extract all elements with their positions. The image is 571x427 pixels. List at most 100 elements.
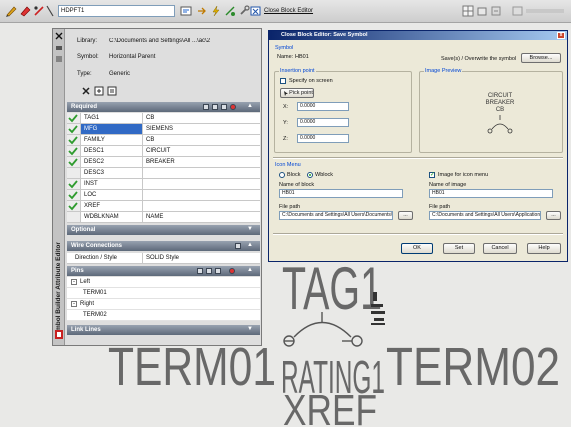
link-lines-header[interactable]: Link Lines ▼ [67, 325, 260, 335]
image-for-icon-menu-checkbox[interactable]: ✓ [429, 172, 435, 178]
check-icon[interactable] [67, 157, 81, 167]
term-left-attribute-text[interactable]: TERM01 [108, 337, 276, 397]
pin-item-term02[interactable]: TERM02 [67, 310, 260, 321]
attribute-value[interactable]: BREAKER [143, 157, 260, 167]
attribute-value[interactable] [143, 168, 260, 178]
insert-icon[interactable] [203, 104, 209, 110]
parameter-icon[interactable] [224, 5, 236, 17]
optional-section-header[interactable]: Optional ▼ [67, 225, 260, 235]
image-path-input[interactable]: C:\Documents and Settings\All Users\Appl… [429, 211, 541, 220]
attribute-row[interactable]: WDBLKNAM NAME [67, 212, 260, 223]
attribute-value[interactable]: CB [143, 113, 260, 123]
attribute-value[interactable]: NAME [143, 212, 260, 222]
xref-attribute-text[interactable]: XREF [283, 386, 377, 427]
collapse-tree-icon[interactable]: - [71, 301, 77, 307]
required-section-header[interactable]: Required ▲ [67, 102, 260, 112]
check-icon[interactable] [67, 146, 81, 156]
slash-icon[interactable] [45, 5, 55, 17]
attribute-value[interactable]: CIRCUIT [143, 146, 260, 156]
attribute-row[interactable]: INST [67, 179, 260, 190]
name-of-block-input[interactable]: HB01 [279, 189, 403, 198]
close-icon[interactable]: x [557, 32, 565, 39]
tag-attribute-text[interactable]: TAG1 [282, 255, 382, 322]
link-icon[interactable] [33, 5, 45, 17]
attribute-row[interactable]: DESC1 CIRCUIT [67, 146, 260, 157]
close-editor-icon[interactable] [250, 5, 261, 17]
attribute-row[interactable]: XREF [67, 201, 260, 212]
pins-section-header[interactable]: Pins ▲ [67, 266, 260, 276]
pin-properties-icon[interactable] [206, 268, 212, 274]
arrow-icon[interactable] [196, 5, 208, 17]
pin-group-right[interactable]: - Right [67, 299, 260, 310]
help-button[interactable]: Help [527, 243, 561, 254]
check-icon[interactable] [67, 124, 81, 134]
attribute-name[interactable]: DESC2 [81, 157, 143, 167]
check-icon[interactable] [67, 168, 81, 178]
attribute-name[interactable]: LOC [81, 190, 143, 200]
browse-file-path-button[interactable]: ... [398, 211, 413, 220]
lightning-icon[interactable] [210, 5, 222, 17]
check-icon[interactable] [67, 201, 81, 211]
palette-title-strip[interactable]: Symbol Builder Attribute Editor [53, 29, 65, 345]
layers-icon[interactable] [476, 5, 488, 17]
attribute-name[interactable]: MFG [81, 124, 143, 134]
visibility-icon[interactable] [490, 5, 502, 17]
erase-icon[interactable] [19, 5, 31, 17]
direction-style-value[interactable]: SOLID Style [143, 253, 260, 263]
attribute-definition-icon[interactable] [180, 5, 192, 17]
attribute-value[interactable] [143, 190, 260, 200]
collapse-icon[interactable]: ▲ [247, 103, 253, 109]
pencil-icon[interactable] [5, 5, 17, 17]
browse-image-path-button[interactable]: ... [546, 211, 561, 220]
block-radio[interactable] [279, 172, 285, 178]
attribute-value[interactable] [143, 201, 260, 211]
attribute-name[interactable]: WDBLKNAM [81, 212, 143, 222]
check-icon[interactable] [67, 190, 81, 200]
wire-icon[interactable] [235, 243, 241, 249]
pin-list-icon[interactable] [215, 268, 221, 274]
dialog-title-bar[interactable]: Close Block Editor: Save Symbol x [269, 31, 567, 40]
y-coordinate-input[interactable]: 0.0000 [297, 118, 349, 127]
block-name-field[interactable]: HDPFT1 [58, 5, 175, 17]
autohide-icon[interactable] [55, 44, 63, 52]
attribute-row[interactable]: DESC3 [67, 168, 260, 179]
check-icon[interactable] [67, 212, 81, 222]
x-coordinate-input[interactable]: 0.0000 [297, 102, 349, 111]
remove-icon[interactable] [230, 104, 236, 110]
attribute-name[interactable]: TAG1 [81, 113, 143, 123]
delete-attribute-icon[interactable] [81, 86, 91, 96]
attribute-row[interactable]: MFG SIEMENS [67, 124, 260, 135]
close-block-editor-toolbar-icon[interactable] [512, 5, 568, 17]
set-button[interactable]: Set [443, 243, 475, 254]
collapse-tree-icon[interactable]: - [71, 279, 77, 285]
expand-icon[interactable]: ▼ [247, 326, 253, 332]
attribute-row[interactable]: FAMILY CB [67, 135, 260, 146]
wblock-radio[interactable] [307, 172, 313, 178]
attribute-name[interactable]: XREF [81, 201, 143, 211]
close-icon[interactable] [55, 32, 63, 40]
wire-connections-header[interactable]: Wire Connections ▲ [67, 241, 260, 251]
check-icon[interactable] [67, 113, 81, 123]
close-block-editor-button[interactable]: Close Block Editor [264, 7, 313, 15]
properties-icon[interactable] [55, 55, 63, 63]
check-icon[interactable] [67, 135, 81, 145]
file-path-input[interactable]: C:\Documents and Settings\All Users\Docu… [279, 211, 393, 220]
pin-group-left[interactable]: - Left [67, 277, 260, 288]
add-attribute-icon[interactable] [94, 86, 104, 96]
expand-icon[interactable]: ▼ [247, 226, 253, 232]
attribute-row[interactable]: TAG1 CB [67, 113, 260, 124]
check-icon[interactable] [67, 179, 81, 189]
cancel-button[interactable]: Cancel [483, 243, 517, 254]
delete-pin-icon[interactable] [229, 268, 235, 274]
attribute-value[interactable] [143, 179, 260, 189]
attribute-name[interactable]: DESC3 [81, 168, 143, 178]
convert-attribute-icon[interactable] [107, 86, 117, 96]
attribute-value[interactable]: CB [143, 135, 260, 145]
specify-on-screen-checkbox[interactable] [280, 78, 286, 84]
term-right-attribute-text[interactable]: TERM02 [386, 337, 560, 397]
direction-style-row[interactable]: Direction / Style SOLID Style [67, 253, 260, 264]
wrench-icon[interactable] [238, 5, 250, 17]
z-coordinate-input[interactable]: 0.0000 [297, 134, 349, 143]
name-of-image-input[interactable]: HB01 [429, 189, 553, 198]
attribute-name[interactable]: INST [81, 179, 143, 189]
